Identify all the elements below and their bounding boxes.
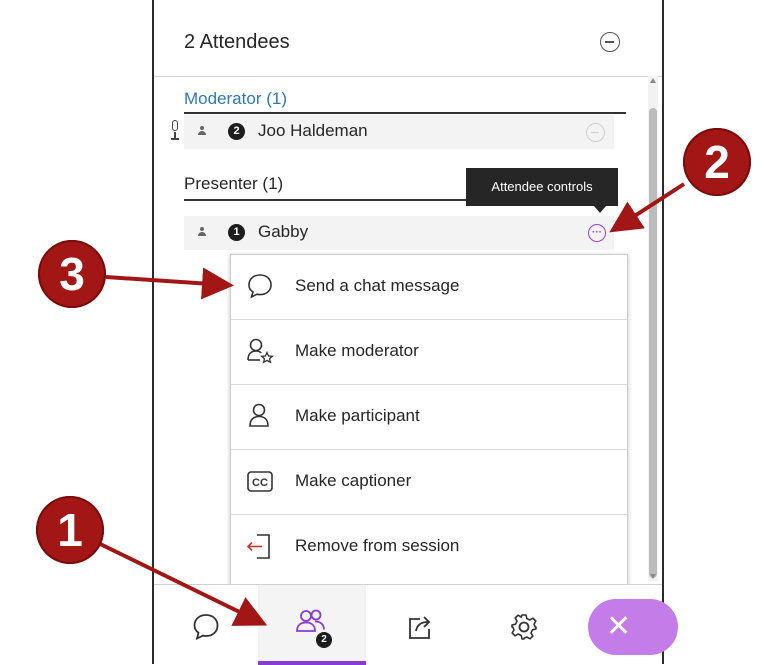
callout-1-arrow [91,538,268,626]
callout-3: 3 [38,240,106,308]
callout-1: 1 [36,496,104,564]
callout-3-arrow [105,267,234,300]
callout-2: 2 [683,128,751,196]
callout-2-arrow [609,182,686,233]
callout-arrows [91,182,686,626]
